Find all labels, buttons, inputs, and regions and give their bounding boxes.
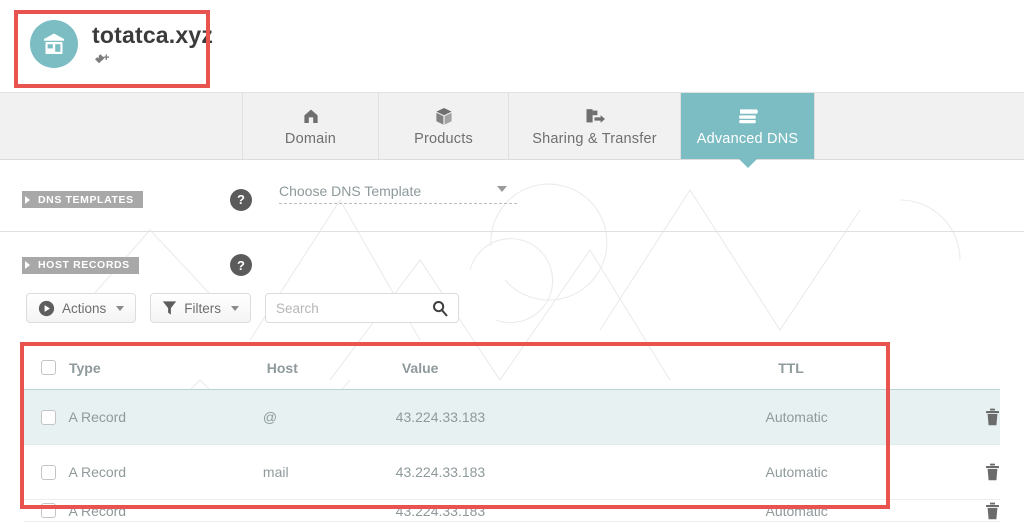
host-records-help-icon[interactable]: ?	[230, 254, 252, 276]
column-header-ttl: TTL	[778, 359, 804, 376]
row-select-cell	[24, 503, 69, 518]
table-row[interactable]: A Record mail 43.224.33.183 Automatic	[24, 445, 1000, 500]
row-checkbox[interactable]	[41, 409, 56, 425]
cell-type: A Record	[68, 502, 127, 519]
table-header-row: Type Host Value TTL	[24, 346, 1000, 390]
trash-icon[interactable]	[985, 408, 1000, 426]
tab-domain-label: Domain	[284, 131, 337, 147]
select-all-cell	[24, 360, 69, 375]
home-icon	[302, 105, 320, 127]
tabbar-right-spacer	[814, 93, 1024, 159]
cell-value: 43.224.33.183	[395, 502, 486, 519]
host-records-table: Type Host Value TTL A Record @ 43.224.33…	[24, 346, 1000, 522]
tab-advanced-dns-label: Advanced DNS	[696, 131, 799, 147]
active-tab-pointer	[737, 158, 758, 168]
filters-button-label: Filters	[184, 300, 222, 316]
add-tag-icon[interactable]	[94, 53, 213, 72]
host-records-ribbon[interactable]: HOST RECORDS	[22, 256, 139, 274]
cell-host: @	[262, 409, 278, 425]
trash-icon[interactable]	[985, 502, 1000, 520]
row-select-cell	[24, 464, 69, 480]
dns-templates-help-icon[interactable]: ?	[230, 188, 252, 211]
tab-domain[interactable]: Domain	[243, 93, 379, 159]
trash-icon[interactable]	[985, 463, 1000, 481]
dns-templates-ribbon[interactable]: DNS TEMPLATES	[22, 191, 143, 208]
magnifier-icon[interactable]	[432, 300, 449, 322]
cell-actions	[903, 502, 1000, 520]
server-icon	[736, 105, 760, 127]
search-input[interactable]	[276, 300, 427, 316]
cell-type: A Record	[68, 464, 127, 480]
page-root: totatca.xyz Domain Products Sharing & Tr…	[0, 0, 1024, 529]
records-toolbar: Actions Filters	[26, 293, 460, 323]
column-header-value: Value	[401, 359, 439, 376]
dns-template-select-value: Choose DNS Template	[279, 182, 422, 199]
share-arrow-icon	[584, 105, 606, 127]
cell-actions	[903, 408, 1000, 426]
dns-template-select[interactable]: Choose DNS Template	[279, 178, 517, 204]
funnel-icon	[162, 300, 177, 316]
cell-ttl: Automatic	[765, 464, 828, 480]
tab-products[interactable]: Products	[379, 93, 509, 159]
select-all-checkbox[interactable]	[41, 360, 56, 375]
column-header-type: Type	[68, 359, 101, 376]
cell-actions	[903, 463, 1000, 481]
search-box[interactable]	[265, 293, 460, 323]
chevron-down-icon	[116, 305, 125, 311]
cell-host: mail	[262, 464, 289, 480]
table-row[interactable]: A Record 43.224.33.183 Automatic	[24, 500, 1000, 522]
tab-products-label: Products	[414, 131, 473, 147]
filters-button[interactable]: Filters	[150, 293, 252, 323]
storefront-icon	[30, 20, 78, 68]
tabbar-left-spacer	[0, 93, 243, 159]
section-tabs: Domain Products Sharing & Transfer Advan…	[0, 92, 1024, 168]
cell-ttl: Automatic	[765, 502, 828, 519]
column-header-host: Host	[266, 359, 298, 376]
actions-button[interactable]: Actions	[26, 293, 137, 323]
row-checkbox[interactable]	[41, 464, 56, 480]
tab-advanced-dns[interactable]: Advanced DNS	[681, 93, 814, 168]
row-select-cell	[24, 409, 69, 425]
box-icon	[435, 105, 453, 127]
chevron-down-icon	[231, 305, 240, 311]
page-header: totatca.xyz	[0, 0, 1024, 92]
cell-ttl: Automatic	[765, 409, 828, 425]
actions-button-label: Actions	[62, 300, 107, 316]
domain-identity: totatca.xyz	[30, 20, 213, 72]
page-title: totatca.xyz	[92, 22, 214, 48]
tab-sharing-transfer[interactable]: Sharing & Transfer	[509, 93, 681, 159]
chevron-down-icon	[497, 186, 507, 192]
cell-type: A Record	[68, 409, 127, 425]
table-row[interactable]: A Record @ 43.224.33.183 Automatic	[24, 390, 1000, 445]
tab-sharing-transfer-label: Sharing & Transfer	[532, 131, 657, 147]
play-circle-icon	[38, 300, 55, 317]
cell-value: 43.224.33.183	[395, 464, 486, 480]
cell-value: 43.224.33.183	[395, 409, 486, 425]
host-records-section: HOST RECORDS ?	[0, 233, 1024, 297]
row-checkbox[interactable]	[41, 503, 56, 518]
